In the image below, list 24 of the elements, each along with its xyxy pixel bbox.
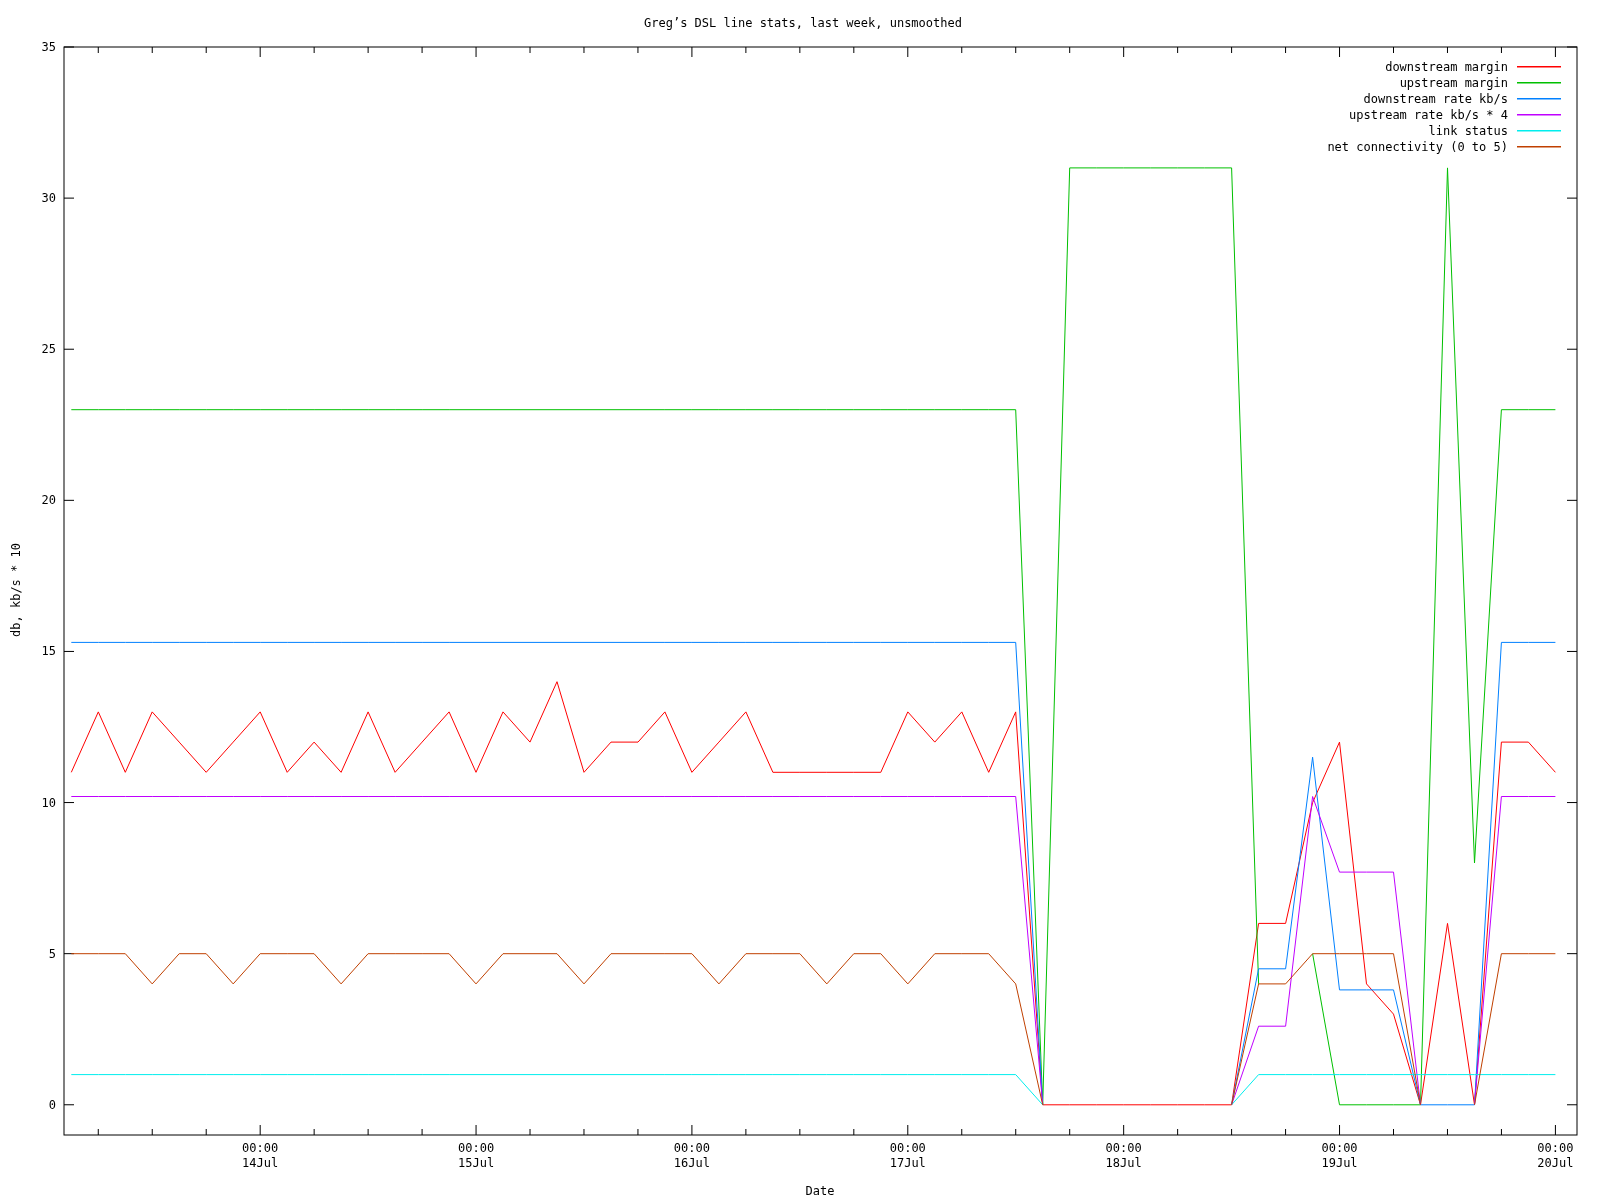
- legend-label: downstream rate kb/s: [1363, 92, 1508, 106]
- y-tick-label: 25: [41, 342, 56, 357]
- x-tick-label: 00:00 20Jul: [1537, 1141, 1574, 1170]
- x-tick-label: 00:00 18Jul: [1105, 1141, 1142, 1170]
- y-tick-label: 15: [41, 644, 56, 659]
- x-tick-label: 00:00 19Jul: [1321, 1141, 1358, 1170]
- legend-label: downstream margin: [1385, 60, 1508, 74]
- y-tick-label: 35: [41, 40, 56, 54]
- legend-label: upstream rate kb/s * 4: [1349, 108, 1508, 122]
- x-tick-label: 00:00 15Jul: [458, 1141, 495, 1170]
- legend-label: net connectivity (0 to 5): [1327, 140, 1508, 154]
- y-tick-label: 20: [41, 493, 56, 508]
- y-axis-label: db, kb/s * 10: [9, 543, 23, 637]
- y-tick-label: 5: [48, 946, 56, 961]
- x-tick-label: 00:00 17Jul: [889, 1141, 926, 1170]
- legend-label: upstream margin: [1399, 76, 1508, 90]
- x-tick-label: 00:00 14Jul: [242, 1141, 279, 1170]
- chart-title: Greg’s DSL line stats, last week, unsmoothed: [644, 16, 962, 30]
- y-tick-label: 10: [41, 795, 56, 810]
- x-tick-label: 00:00 16Jul: [673, 1141, 710, 1170]
- x-axis-label: Date: [805, 1184, 835, 1198]
- y-tick-label: 0: [48, 1097, 56, 1112]
- legend-label: link status: [1428, 124, 1508, 138]
- y-tick-label: 30: [41, 191, 56, 206]
